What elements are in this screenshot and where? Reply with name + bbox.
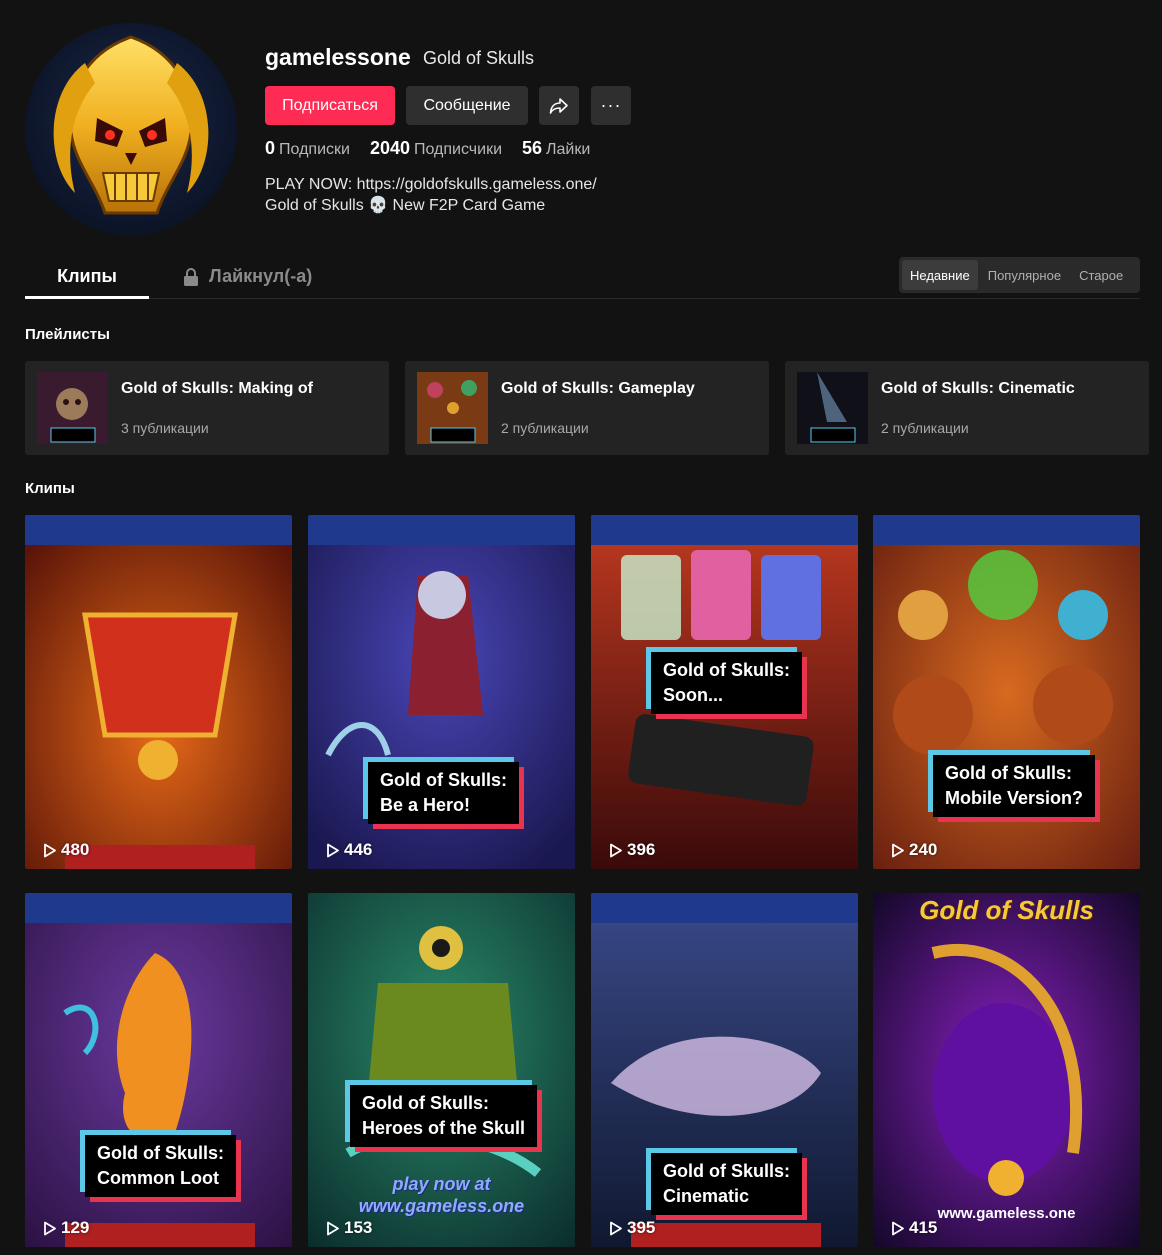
play-icon [892, 1221, 904, 1235]
playlist-card[interactable]: Gold of Skulls: Cinematic 2 публикации [785, 361, 1149, 455]
lock-icon [184, 267, 198, 286]
share-button[interactable] [539, 86, 579, 125]
play-icon [610, 1221, 622, 1235]
tab-liked-label: Лайкнул(-а) [209, 266, 313, 286]
sort-popular[interactable]: Популярное [980, 260, 1069, 290]
playlist-title: Gold of Skulls: Cinematic [881, 380, 1075, 397]
clip-card[interactable]: Gold of Skulls: Soon... 396 [591, 515, 858, 869]
bio-text: Gold of Skulls 💀 New F2P Card Game [265, 197, 546, 214]
playlist-card[interactable]: Gold of Skulls: Gameplay 2 публикации [405, 361, 769, 455]
nickname: Gold of Skulls [423, 48, 535, 68]
tab-liked[interactable]: Лайкнул(-а) [183, 266, 312, 287]
clip-thumbnail [873, 893, 1140, 1247]
bio: PLAY NOW: https://goldofskulls.gameless.… [265, 174, 597, 216]
stat-followers[interactable]: 2040 Подписчики [370, 138, 502, 159]
clip-caption: Gold of Skulls: Mobile Version? [933, 755, 1096, 817]
playlist-count: 3 публикации [121, 420, 209, 436]
play-icon [44, 1221, 56, 1235]
skull-logo-icon [53, 35, 209, 215]
playlists-heading: Плейлисты [25, 326, 110, 343]
more-icon: ··· [600, 95, 622, 115]
username: gamelessone [265, 44, 411, 70]
playlist-card[interactable]: Gold of Skulls: Making of 3 публикации [25, 361, 389, 455]
clip-views: 129 [42, 1218, 89, 1238]
clips-heading: Клипы [25, 480, 75, 497]
playlist-title: Gold of Skulls: Gameplay [501, 380, 695, 397]
clip-card[interactable]: 480 [25, 515, 292, 869]
clip-views: 480 [42, 840, 89, 860]
play-icon [610, 843, 622, 857]
clip-caption: Gold of Skulls: Be a Hero! [368, 762, 520, 824]
clip-caption: Gold of Skulls: Common Loot [85, 1135, 237, 1197]
avatar[interactable] [25, 23, 237, 235]
share-icon [549, 97, 568, 114]
clip-card[interactable]: Gold of Skulls: Mobile Version? 240 [873, 515, 1140, 869]
sort-recent[interactable]: Недавние [902, 260, 978, 290]
subscribe-button[interactable]: Подписаться [265, 86, 395, 125]
profile-stats: 0 Подписки 2040 Подписчики 56 Лайки [265, 138, 590, 159]
clip-card[interactable]: Gold of Skulls: Common Loot 129 [25, 893, 292, 1247]
clip-card[interactable]: Gold of Skulls: Heroes of the Skull play… [308, 893, 575, 1247]
tabs-divider [25, 298, 1140, 299]
playlist-title: Gold of Skulls: Making of [121, 380, 313, 397]
more-button[interactable]: ··· [591, 86, 631, 125]
clip-views: 396 [608, 840, 655, 860]
clip-views: 240 [890, 840, 937, 860]
clip-thumbnail [25, 515, 292, 869]
clip-views: 415 [890, 1218, 937, 1238]
sort-oldest[interactable]: Старое [1071, 260, 1131, 290]
play-icon [327, 843, 339, 857]
playlist-count: 2 публикации [881, 420, 969, 436]
message-button[interactable]: Сообщение [406, 86, 528, 125]
clip-card[interactable]: Gold of Skulls: Cinematic 395 [591, 893, 858, 1247]
bio-link[interactable]: PLAY NOW: https://goldofskulls.gameless.… [265, 174, 597, 195]
play-icon [327, 1221, 339, 1235]
clip-card[interactable]: Gold of Skulls www.gameless.one 415 [873, 893, 1140, 1247]
clip-overlay-text: play now at www.gameless.one [358, 1174, 525, 1216]
stat-likes: 56 Лайки [522, 138, 591, 158]
tab-active-indicator [25, 296, 149, 299]
playlist-thumbnail [417, 372, 488, 444]
playlist-thumbnail [797, 372, 868, 444]
clip-caption: Gold of Skulls: Cinematic [651, 1153, 803, 1215]
clip-views: 395 [608, 1218, 655, 1238]
clip-caption: Gold of Skulls: Soon... [651, 652, 803, 714]
sort-switcher: Недавние Популярное Старое [899, 257, 1140, 293]
play-icon [892, 843, 904, 857]
clip-top-text: Gold of Skulls [919, 895, 1094, 925]
clip-views: 446 [325, 840, 372, 860]
clip-views: 153 [325, 1218, 372, 1238]
playlist-thumbnail [37, 372, 108, 444]
clip-card[interactable]: Gold of Skulls: Be a Hero! 446 [308, 515, 575, 869]
tab-clips[interactable]: Клипы [25, 266, 149, 287]
play-icon [44, 843, 56, 857]
playlist-count: 2 публикации [501, 420, 589, 436]
clip-caption: Gold of Skulls: Heroes of the Skull [350, 1085, 538, 1147]
stat-following[interactable]: 0 Подписки [265, 138, 350, 159]
